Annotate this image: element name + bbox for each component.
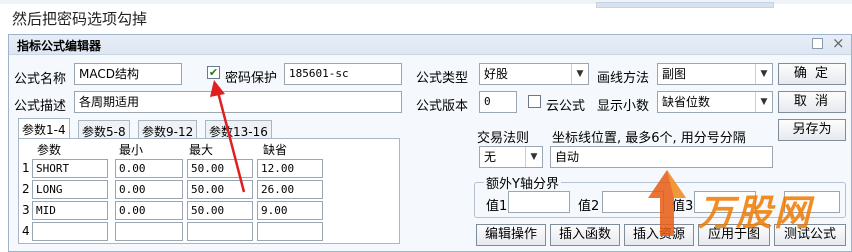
trade-rule-select[interactable]: 无 ▼ xyxy=(479,146,543,168)
extra-axis-title: 额外Y轴分界 xyxy=(484,173,561,192)
type-select[interactable]: 好股 ▼ xyxy=(479,63,589,85)
param-default-cell[interactable]: 12.00 xyxy=(257,159,323,178)
edit-ops-button[interactable]: 编辑操作 xyxy=(476,224,546,246)
tab-params-1-4[interactable]: 参数1-4 xyxy=(18,118,70,140)
param-max-cell[interactable] xyxy=(187,222,253,241)
chevron-down-icon: ▼ xyxy=(571,64,588,84)
param-max-cell[interactable]: 50.00 xyxy=(187,159,253,178)
param-min-cell[interactable] xyxy=(115,222,183,241)
name-input[interactable]: MACD结构 xyxy=(74,63,182,85)
check-icon: ✔ xyxy=(208,66,219,79)
close-icon[interactable]: × xyxy=(832,34,845,52)
maximize-button[interactable] xyxy=(812,38,823,49)
title-bar xyxy=(9,35,851,55)
param-name-cell[interactable]: MID xyxy=(32,201,108,220)
param-default-cell[interactable]: 26.00 xyxy=(257,180,323,199)
header-param: 参数 xyxy=(37,143,62,157)
param-min-cell[interactable]: 0.00 xyxy=(115,201,183,220)
password-input[interactable]: 185601-sc xyxy=(284,63,402,85)
header-min: 最小 xyxy=(119,143,144,157)
trade-rule-value: 无 xyxy=(484,150,497,164)
axis-input[interactable]: 自动 xyxy=(550,146,773,168)
param-name-cell[interactable] xyxy=(32,222,108,241)
tab-params-5-8[interactable]: 参数5-8 xyxy=(78,120,130,140)
chevron-down-icon: ▼ xyxy=(755,92,772,112)
draw-select[interactable]: 副图 ▼ xyxy=(657,63,773,85)
name-label: 公式名称 xyxy=(14,72,67,87)
insert-func-button[interactable]: 插入函数 xyxy=(550,224,620,246)
decimal-select[interactable]: 缺省位数 ▼ xyxy=(657,91,773,113)
ok-button[interactable]: 确 定 xyxy=(778,63,846,85)
chevron-down-icon: ▼ xyxy=(525,147,542,167)
tab-params-9-12[interactable]: 参数9-12 xyxy=(138,120,198,140)
params-table: 参数 最小 最大 缺省 1 SHORT 0.00 50.00 12.00 2 L… xyxy=(18,138,400,244)
draw-label: 画线方法 xyxy=(597,71,650,86)
watermark-logo-icon xyxy=(648,170,686,236)
type-label: 公式类型 xyxy=(416,71,469,86)
window-title: 指标公式编辑器 xyxy=(17,39,102,53)
row-number: 1 xyxy=(22,161,30,175)
value2-label: 值2 xyxy=(578,199,600,214)
caption-text: 然后把密码选项勾掉 xyxy=(12,10,148,28)
param-name-cell[interactable]: LONG xyxy=(32,180,108,199)
row-number: 3 xyxy=(22,203,30,217)
password-checkbox[interactable]: ✔ xyxy=(207,66,220,79)
password-label: 密码保护 xyxy=(225,71,278,86)
value1-input[interactable] xyxy=(508,191,570,213)
cloud-checkbox[interactable] xyxy=(528,95,541,108)
header-default: 缺省 xyxy=(263,143,288,157)
chevron-down-icon: ▼ xyxy=(755,64,772,84)
row-number: 2 xyxy=(22,182,30,196)
param-min-cell[interactable]: 0.00 xyxy=(115,180,183,199)
decimal-label: 显示小数 xyxy=(597,99,650,114)
trade-rule-label: 交易法则 xyxy=(477,131,530,146)
desc-input[interactable]: 各周期适用 xyxy=(74,91,402,113)
desc-label: 公式描述 xyxy=(14,99,67,114)
param-default-cell[interactable]: 9.00 xyxy=(257,201,323,220)
param-min-cell[interactable]: 0.00 xyxy=(115,159,183,178)
version-label: 公式版本 xyxy=(416,99,469,114)
cancel-button[interactable]: 取 消 xyxy=(778,91,846,113)
header-max: 最大 xyxy=(189,143,214,157)
top-scroll-strip xyxy=(596,2,774,8)
save-as-button[interactable]: 另存为 xyxy=(778,119,846,141)
param-max-cell[interactable]: 50.00 xyxy=(187,201,253,220)
param-max-cell[interactable]: 50.00 xyxy=(187,180,253,199)
value1-label: 值1 xyxy=(486,199,508,214)
axis-label: 坐标线位置, 最多6个, 用分号分隔 xyxy=(552,131,746,146)
type-value: 好股 xyxy=(484,67,509,81)
tab-params-13-16[interactable]: 参数13-16 xyxy=(205,120,272,140)
param-name-cell[interactable]: SHORT xyxy=(32,159,108,178)
watermark-text: 万股网 xyxy=(698,193,813,234)
decimal-value: 缺省位数 xyxy=(662,95,711,109)
cloud-label: 云公式 xyxy=(546,99,586,114)
param-default-cell[interactable] xyxy=(257,222,323,241)
version-input[interactable]: 0 xyxy=(479,91,517,113)
row-number: 4 xyxy=(22,224,30,238)
draw-value: 副图 xyxy=(662,67,687,81)
